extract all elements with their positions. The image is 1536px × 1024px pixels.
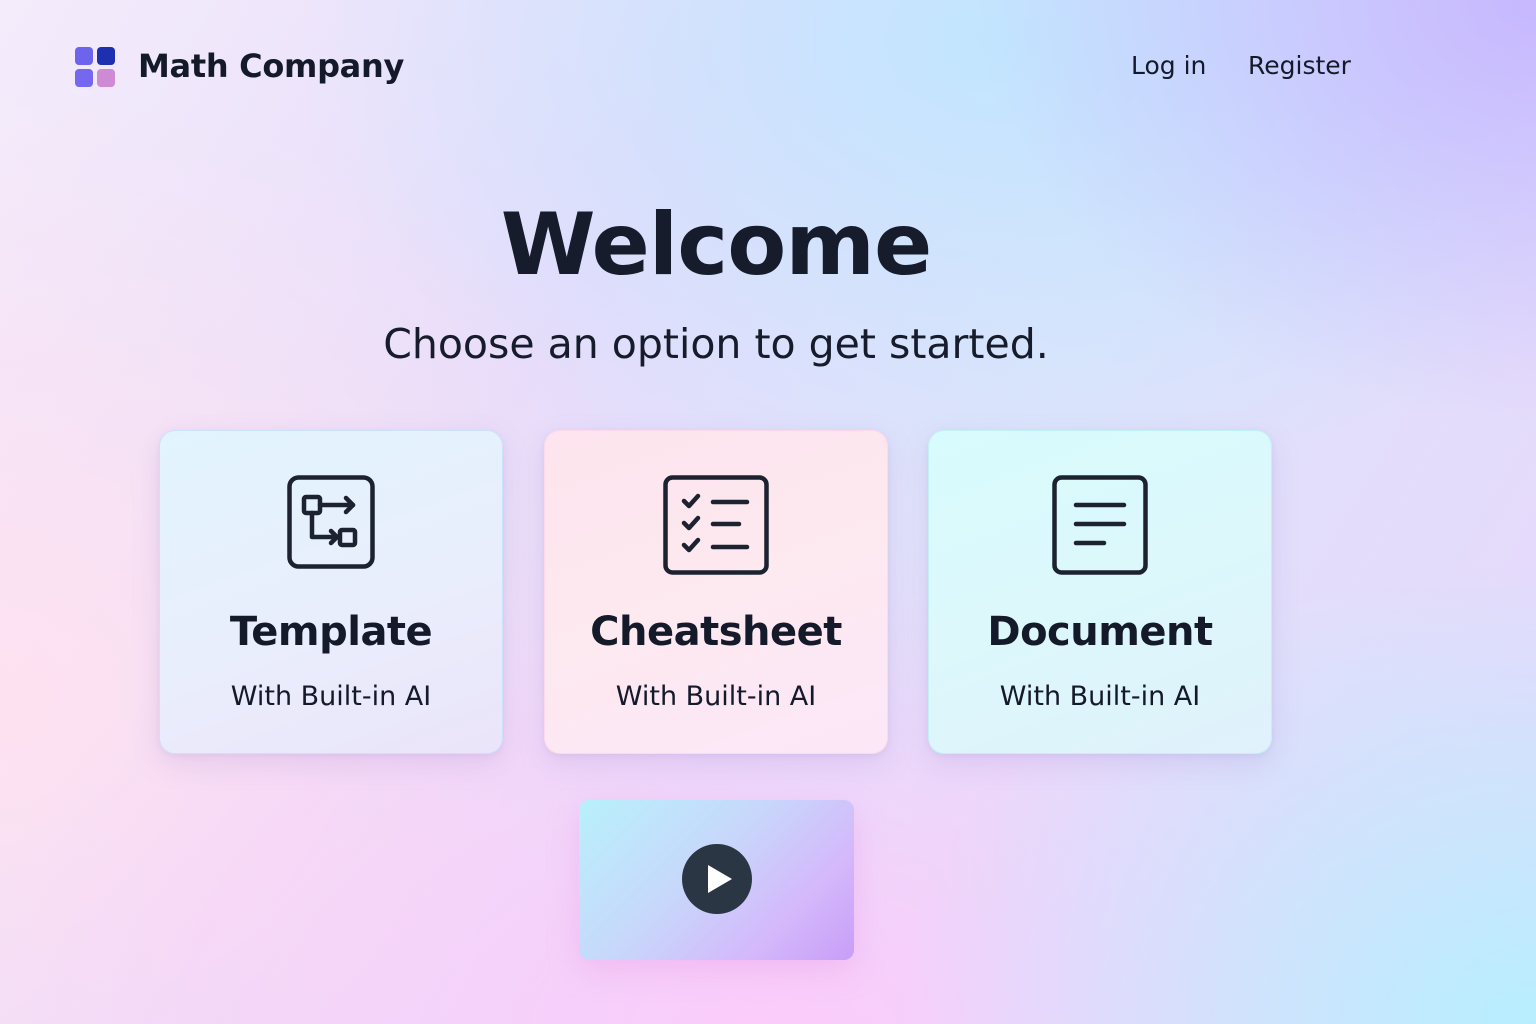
checklist-icon bbox=[663, 475, 769, 575]
card-subtitle: With Built-in AI bbox=[230, 681, 432, 712]
logo-square bbox=[75, 69, 93, 87]
logo-square bbox=[97, 47, 115, 65]
card-title: Document bbox=[987, 609, 1213, 655]
document-card[interactable]: Document With Built-in AI bbox=[928, 430, 1272, 754]
cheatsheet-card[interactable]: Cheatsheet With Built-in AI bbox=[544, 430, 888, 754]
login-link[interactable]: Log in bbox=[1131, 48, 1206, 84]
card-title: Template bbox=[229, 609, 433, 655]
template-card[interactable]: Template With Built-in AI bbox=[159, 430, 503, 754]
document-icon bbox=[1052, 475, 1148, 575]
card-title: Cheatsheet bbox=[590, 609, 842, 655]
brand-name: Math Company bbox=[138, 47, 405, 85]
card-subtitle: With Built-in AI bbox=[999, 681, 1201, 712]
video-thumbnail[interactable] bbox=[579, 800, 854, 960]
page-title: Welcome bbox=[500, 195, 933, 295]
card-subtitle: With Built-in AI bbox=[615, 681, 817, 712]
register-link[interactable]: Register bbox=[1248, 48, 1351, 84]
play-button[interactable] bbox=[682, 844, 752, 914]
page-subtitle: Choose an option to get started. bbox=[383, 320, 1049, 368]
logo-icon bbox=[75, 47, 116, 88]
logo-square bbox=[75, 47, 93, 65]
flowchart-icon bbox=[287, 475, 375, 569]
play-icon bbox=[708, 865, 732, 893]
logo-square bbox=[97, 69, 115, 87]
